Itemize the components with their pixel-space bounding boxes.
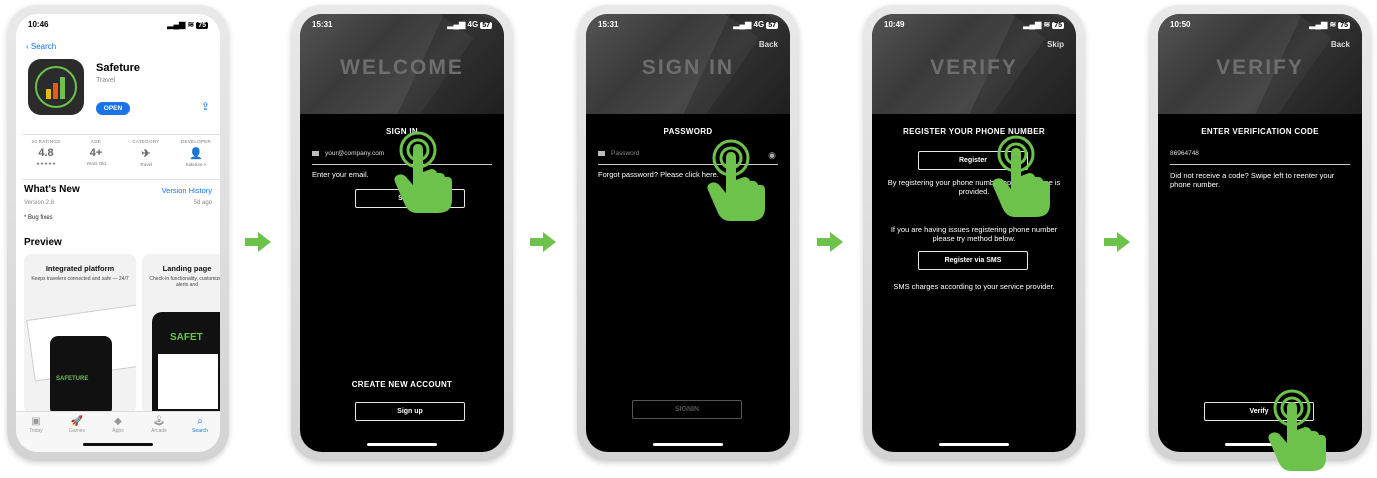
release-notes: * Bug fixes bbox=[24, 215, 53, 221]
phone-welcome: 15:31 ▂▄▆ 4G 57 WELCOME SIGN IN your@comp… bbox=[291, 5, 513, 461]
app-stats: 20 RATINGS 4.8 ★★★★★ AGE 4+ Years Old CATEGO… bbox=[22, 134, 220, 180]
section-title: PASSWORD bbox=[663, 127, 713, 136]
status-bar: 10:50 ▂▄▆ ≋ 75 bbox=[1158, 14, 1362, 34]
status-bar: 15:31 ▂▄▆ 4G 57 bbox=[300, 14, 504, 34]
tap-hand-icon bbox=[1268, 389, 1326, 471]
signal-icon: ▂▄▆ ≋ 75 bbox=[167, 20, 208, 29]
signin-button[interactable]: SIGNIN bbox=[632, 400, 742, 419]
whats-new-title: What's New bbox=[24, 184, 80, 195]
tab-games[interactable]: 🚀 Games bbox=[57, 416, 97, 434]
password-placeholder: Password bbox=[611, 150, 640, 157]
preview-brand: SAFETURE bbox=[56, 376, 89, 382]
page-title: VERIFY bbox=[930, 56, 1018, 79]
back-label: Search bbox=[30, 42, 57, 51]
status-time: 10:49 bbox=[884, 20, 905, 29]
email-value: your@company.com bbox=[325, 150, 385, 157]
today-icon: ▣ bbox=[31, 416, 41, 427]
app-name: Safeture bbox=[96, 62, 141, 74]
lock-icon bbox=[598, 151, 605, 156]
home-indicator bbox=[83, 443, 153, 446]
stat-ratings: 20 RATINGS 4.8 ★★★★★ bbox=[31, 139, 61, 166]
preview-card[interactable]: Landing page Check-in functionality, cus… bbox=[142, 254, 220, 414]
signin-screen: 15:31 ▂▄▆ 4G 57 Back SIGN IN PASSWORD Pas… bbox=[586, 14, 790, 452]
app-icon bbox=[28, 59, 84, 115]
developer-icon: 👤 bbox=[189, 148, 203, 160]
preview-brand: SAFET bbox=[170, 332, 203, 343]
airplane-icon: ✈ bbox=[141, 148, 151, 160]
page-title: VERIFY bbox=[1216, 56, 1304, 79]
mail-icon bbox=[312, 151, 319, 156]
version-label: Version 2.8 bbox=[24, 200, 55, 206]
home-indicator bbox=[367, 443, 437, 446]
stat-category: CATEGORY ✈ Travel bbox=[122, 139, 170, 167]
app-category: Travel bbox=[96, 77, 116, 84]
tap-hand-icon bbox=[992, 135, 1050, 217]
register-issues-text: If you are having issues registering pho… bbox=[890, 225, 1058, 243]
preview-card[interactable]: Integrated platform Keeps travelers conn… bbox=[24, 254, 136, 414]
page-title: SIGN IN bbox=[641, 56, 735, 79]
welcome-screen: 15:31 ▂▄▆ 4G 57 WELCOME SIGN IN your@comp… bbox=[300, 14, 504, 452]
stat-age: AGE 4+ Years Old bbox=[86, 139, 106, 166]
verify-code-screen: 10:50 ▂▄▆ ≋ 75 Back VERIFY ENTER VERIFICA… bbox=[1158, 14, 1362, 452]
verify-register-screen: 10:49 ▂▄▆ ≋ 75 Skip VERIFY REGISTER YOUR … bbox=[872, 14, 1076, 452]
tab-apps[interactable]: ◆ Apps bbox=[98, 416, 138, 434]
appstore-screen: 10:46 ▂▄▆ ≋ 75 ‹ Search Safeture Travel O… bbox=[16, 14, 220, 452]
next-step-arrow-icon bbox=[530, 232, 556, 252]
share-icon[interactable]: ⇪ bbox=[201, 100, 210, 113]
status-bar: 10:49 ▂▄▆ ≋ 75 bbox=[872, 14, 1076, 34]
status-time: 15:31 bbox=[598, 20, 619, 29]
verification-code-field[interactable]: 86964748 bbox=[1170, 150, 1350, 165]
arcade-icon: 🕹 bbox=[152, 416, 166, 427]
tab-today[interactable]: ▣ Today bbox=[16, 416, 56, 434]
sign-up-button[interactable]: Sign up bbox=[355, 402, 465, 421]
apps-icon: ◆ bbox=[114, 416, 122, 427]
tab-arcade[interactable]: 🕹 Arcade bbox=[139, 416, 179, 434]
sms-charges-text: SMS charges according to your service pr… bbox=[893, 282, 1055, 291]
status-bar: 15:31 ▂▄▆ 4G 57 bbox=[586, 14, 790, 34]
code-value: 86964748 bbox=[1170, 150, 1199, 157]
back-to-search-link[interactable]: ‹ Search bbox=[26, 42, 56, 51]
status-time: 10:46 bbox=[28, 20, 49, 29]
home-indicator bbox=[653, 443, 723, 446]
status-time: 10:50 bbox=[1170, 20, 1191, 29]
skip-button[interactable]: Skip bbox=[1047, 40, 1064, 49]
battery-icon: 75 bbox=[1052, 22, 1064, 29]
signal-icon: ▂▄▆ ≋ 75 bbox=[1023, 20, 1064, 29]
phone-signin: 15:31 ▂▄▆ 4G 57 Back SIGN IN PASSWORD Pas… bbox=[577, 5, 799, 461]
phone-verify-register: 10:49 ▂▄▆ ≋ 75 Skip VERIFY REGISTER YOUR … bbox=[863, 5, 1085, 461]
preview-title: Preview bbox=[24, 237, 62, 248]
status-bar: 10:46 ▂▄▆ ≋ 75 bbox=[16, 14, 220, 34]
games-icon: 🚀 bbox=[70, 416, 84, 427]
tap-hand-icon bbox=[394, 131, 452, 213]
next-step-arrow-icon bbox=[1104, 232, 1130, 252]
battery-icon: 57 bbox=[766, 22, 778, 29]
open-button[interactable]: OPEN bbox=[96, 102, 130, 115]
phone-appstore: 10:46 ▂▄▆ ≋ 75 ‹ Search Safeture Travel O… bbox=[7, 5, 229, 461]
page-title: WELCOME bbox=[340, 56, 464, 79]
tap-hand-icon bbox=[707, 139, 765, 221]
back-button[interactable]: Back bbox=[1331, 40, 1350, 49]
resend-code-text: Did not receive a code? Swipe left to re… bbox=[1170, 171, 1335, 189]
back-button[interactable]: Back bbox=[759, 40, 778, 49]
next-step-arrow-icon bbox=[817, 232, 843, 252]
create-account-title: CREATE NEW ACCOUNT bbox=[351, 380, 453, 389]
register-via-sms-button[interactable]: Register via SMS bbox=[918, 251, 1028, 270]
battery-icon: 75 bbox=[196, 22, 208, 29]
eye-icon[interactable]: ◉ bbox=[768, 150, 776, 161]
battery-icon: 57 bbox=[480, 22, 492, 29]
stat-developer: DEVELOPER 👤 Safeture A bbox=[172, 139, 220, 167]
battery-icon: 75 bbox=[1338, 22, 1350, 29]
signal-icon: ▂▄▆ ≋ 75 bbox=[1309, 20, 1350, 29]
version-history-link[interactable]: Version History bbox=[162, 186, 212, 195]
version-age: 5d ago bbox=[193, 200, 212, 206]
next-step-arrow-icon bbox=[245, 232, 271, 252]
section-title: ENTER VERIFICATION CODE bbox=[1201, 127, 1319, 136]
status-time: 15:31 bbox=[312, 20, 333, 29]
tab-search[interactable]: ⌕ Search bbox=[180, 416, 220, 434]
home-indicator bbox=[939, 443, 1009, 446]
search-icon: ⌕ bbox=[197, 416, 203, 427]
signal-icon: ▂▄▆ 4G 57 bbox=[447, 20, 492, 29]
signal-icon: ▂▄▆ 4G 57 bbox=[733, 20, 778, 29]
phone-verify-code: 10:50 ▂▄▆ ≋ 75 Back VERIFY ENTER VERIFICA… bbox=[1149, 5, 1371, 461]
